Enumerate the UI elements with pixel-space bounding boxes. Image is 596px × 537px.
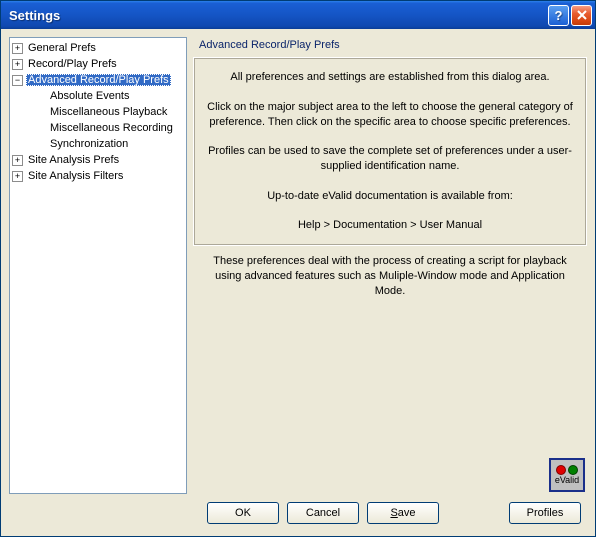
expand-icon[interactable]: + (12, 43, 23, 54)
save-button[interactable]: Save (367, 502, 439, 524)
cancel-button[interactable]: Cancel (287, 502, 359, 524)
play-dot-icon (568, 465, 578, 475)
tree-item-label: Absolute Events (48, 90, 132, 102)
intro-line-5: Help > Documentation > User Manual (204, 218, 576, 233)
titlebar: Settings ? (1, 1, 595, 29)
expand-icon[interactable]: + (12, 171, 23, 182)
expand-icon[interactable]: + (12, 59, 23, 70)
tree-item[interactable]: +General Prefs (12, 40, 184, 56)
content-pane: Advanced Record/Play Prefs All preferenc… (193, 37, 587, 494)
tree-item-label: Record/Play Prefs (26, 58, 119, 70)
tree-item-label: Synchronization (48, 138, 130, 150)
button-row: OK Cancel Save Profiles (9, 494, 587, 528)
tree-item[interactable]: Miscellaneous Recording (12, 120, 184, 136)
tree-item-label: Advanced Record/Play Prefs (26, 74, 171, 86)
tree-item-label: Miscellaneous Recording (48, 122, 175, 134)
window-title: Settings (9, 8, 546, 23)
expand-icon[interactable]: + (12, 155, 23, 166)
profiles-button[interactable]: Profiles (509, 502, 581, 524)
tree-item[interactable]: Synchronization (12, 136, 184, 152)
main-area: +General Prefs+Record/Play Prefs−Advance… (9, 37, 587, 494)
logo-dots (556, 465, 578, 475)
tree-item[interactable]: Miscellaneous Playback (12, 104, 184, 120)
tree-item-label: Site Analysis Filters (26, 170, 125, 182)
category-tree[interactable]: +General Prefs+Record/Play Prefs−Advance… (9, 37, 187, 494)
intro-line-3: Profiles can be used to save the complet… (204, 144, 576, 174)
ok-button[interactable]: OK (207, 502, 279, 524)
pane-title: Advanced Record/Play Prefs (193, 37, 587, 57)
tree-item[interactable]: +Site Analysis Filters (12, 168, 184, 184)
intro-line-1: All preferences and settings are establi… (204, 70, 576, 85)
record-dot-icon (556, 465, 566, 475)
dialog-body: +General Prefs+Record/Play Prefs−Advance… (1, 29, 595, 536)
pane-description: These preferences deal with the process … (193, 254, 587, 299)
tree-item-label: General Prefs (26, 42, 98, 54)
evalid-logo: eValid (549, 458, 585, 492)
tree-item[interactable]: +Site Analysis Prefs (12, 152, 184, 168)
intro-line-2: Click on the major subject area to the l… (204, 100, 576, 130)
tree-item-label: Miscellaneous Playback (48, 106, 169, 118)
tree-item[interactable]: −Advanced Record/Play Prefs (12, 72, 184, 88)
tree-item-label: Site Analysis Prefs (26, 154, 121, 166)
settings-window: Settings ? +General Prefs+Record/Play Pr… (0, 0, 596, 537)
help-button[interactable]: ? (548, 5, 569, 26)
collapse-icon[interactable]: − (12, 75, 23, 86)
tree-item[interactable]: Absolute Events (12, 88, 184, 104)
close-icon (577, 10, 587, 20)
tree-item[interactable]: +Record/Play Prefs (12, 56, 184, 72)
intro-group: All preferences and settings are establi… (193, 57, 587, 246)
close-button[interactable] (571, 5, 592, 26)
logo-label: eValid (555, 476, 579, 485)
intro-line-4: Up-to-date eValid documentation is avail… (204, 189, 576, 204)
